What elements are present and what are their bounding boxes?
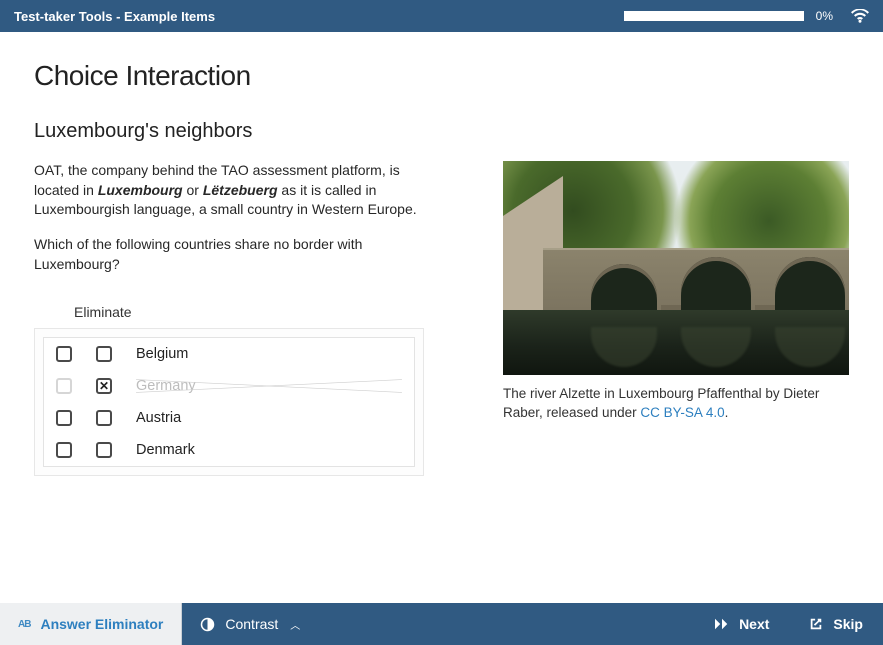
x-icon: ✕ bbox=[99, 380, 109, 392]
header-bar: Test-taker Tools - Example Items 0% bbox=[0, 0, 883, 32]
progress: 0% bbox=[624, 9, 833, 23]
wifi-icon bbox=[851, 9, 869, 23]
progress-percent: 0% bbox=[816, 9, 833, 23]
eliminate-checkbox[interactable]: ✕ bbox=[96, 378, 112, 394]
caption-post: . bbox=[725, 405, 729, 420]
answer-eliminator-button[interactable]: AB Answer Eliminator bbox=[0, 603, 182, 645]
ab-icon: AB bbox=[18, 619, 30, 630]
contrast-icon bbox=[200, 617, 215, 632]
eliminate-checkbox[interactable] bbox=[96, 346, 112, 362]
choice-label: Belgium bbox=[136, 346, 402, 362]
progress-bar bbox=[624, 11, 804, 21]
header-title: Test-taker Tools - Example Items bbox=[14, 9, 215, 24]
choice-row: Belgium bbox=[44, 338, 414, 370]
answer-checkbox[interactable] bbox=[56, 442, 72, 458]
question-text: Which of the following countries share n… bbox=[34, 234, 374, 275]
answer-checkbox[interactable] bbox=[56, 410, 72, 426]
choice-label: Denmark bbox=[136, 442, 402, 458]
page-heading: Choice Interaction bbox=[34, 60, 849, 92]
skip-button[interactable]: Skip bbox=[789, 603, 883, 645]
next-button[interactable]: Next bbox=[695, 603, 789, 645]
skip-label: Skip bbox=[833, 616, 863, 632]
figure-caption: The river Alzette in Luxembourg Pfaffent… bbox=[503, 385, 849, 423]
eliminate-column-header: Eliminate bbox=[34, 304, 463, 320]
footer-bar: AB Answer Eliminator Contrast ︿ Next Ski… bbox=[0, 603, 883, 645]
figure: The river Alzette in Luxembourg Pfaffent… bbox=[503, 161, 849, 423]
intro-text-mid: or bbox=[183, 182, 203, 198]
intro-paragraph: OAT, the company behind the TAO assessme… bbox=[34, 161, 434, 220]
choice-row: Austria bbox=[44, 402, 414, 434]
chevron-up-icon: ︿ bbox=[290, 617, 300, 632]
choice-row: Denmark bbox=[44, 434, 414, 466]
next-label: Next bbox=[739, 616, 769, 632]
choice-label-text: Germany bbox=[136, 378, 196, 394]
choice-label: Germany bbox=[136, 378, 402, 394]
license-link[interactable]: CC BY-SA 4.0 bbox=[640, 405, 724, 420]
figure-image bbox=[503, 161, 849, 375]
contrast-button[interactable]: Contrast ︿ bbox=[182, 603, 318, 645]
choice-row: ✕ Germany bbox=[44, 370, 414, 402]
answer-checkbox[interactable] bbox=[56, 378, 72, 394]
forward-icon bbox=[715, 618, 729, 630]
contrast-label: Contrast bbox=[225, 616, 278, 632]
page-subheading: Luxembourg's neighbors bbox=[34, 120, 849, 143]
answer-eliminator-label: Answer Eliminator bbox=[40, 616, 163, 632]
intro-em-1: Luxembourg bbox=[98, 182, 183, 198]
answer-checkbox[interactable] bbox=[56, 346, 72, 362]
content-area: Choice Interaction Luxembourg's neighbor… bbox=[0, 32, 883, 603]
choice-block: Belgium ✕ Germany bbox=[34, 328, 424, 476]
eliminate-checkbox[interactable] bbox=[96, 442, 112, 458]
external-icon bbox=[809, 617, 823, 631]
choice-label: Austria bbox=[136, 410, 402, 426]
eliminate-checkbox[interactable] bbox=[96, 410, 112, 426]
intro-em-2: Lëtzebuerg bbox=[203, 182, 278, 198]
